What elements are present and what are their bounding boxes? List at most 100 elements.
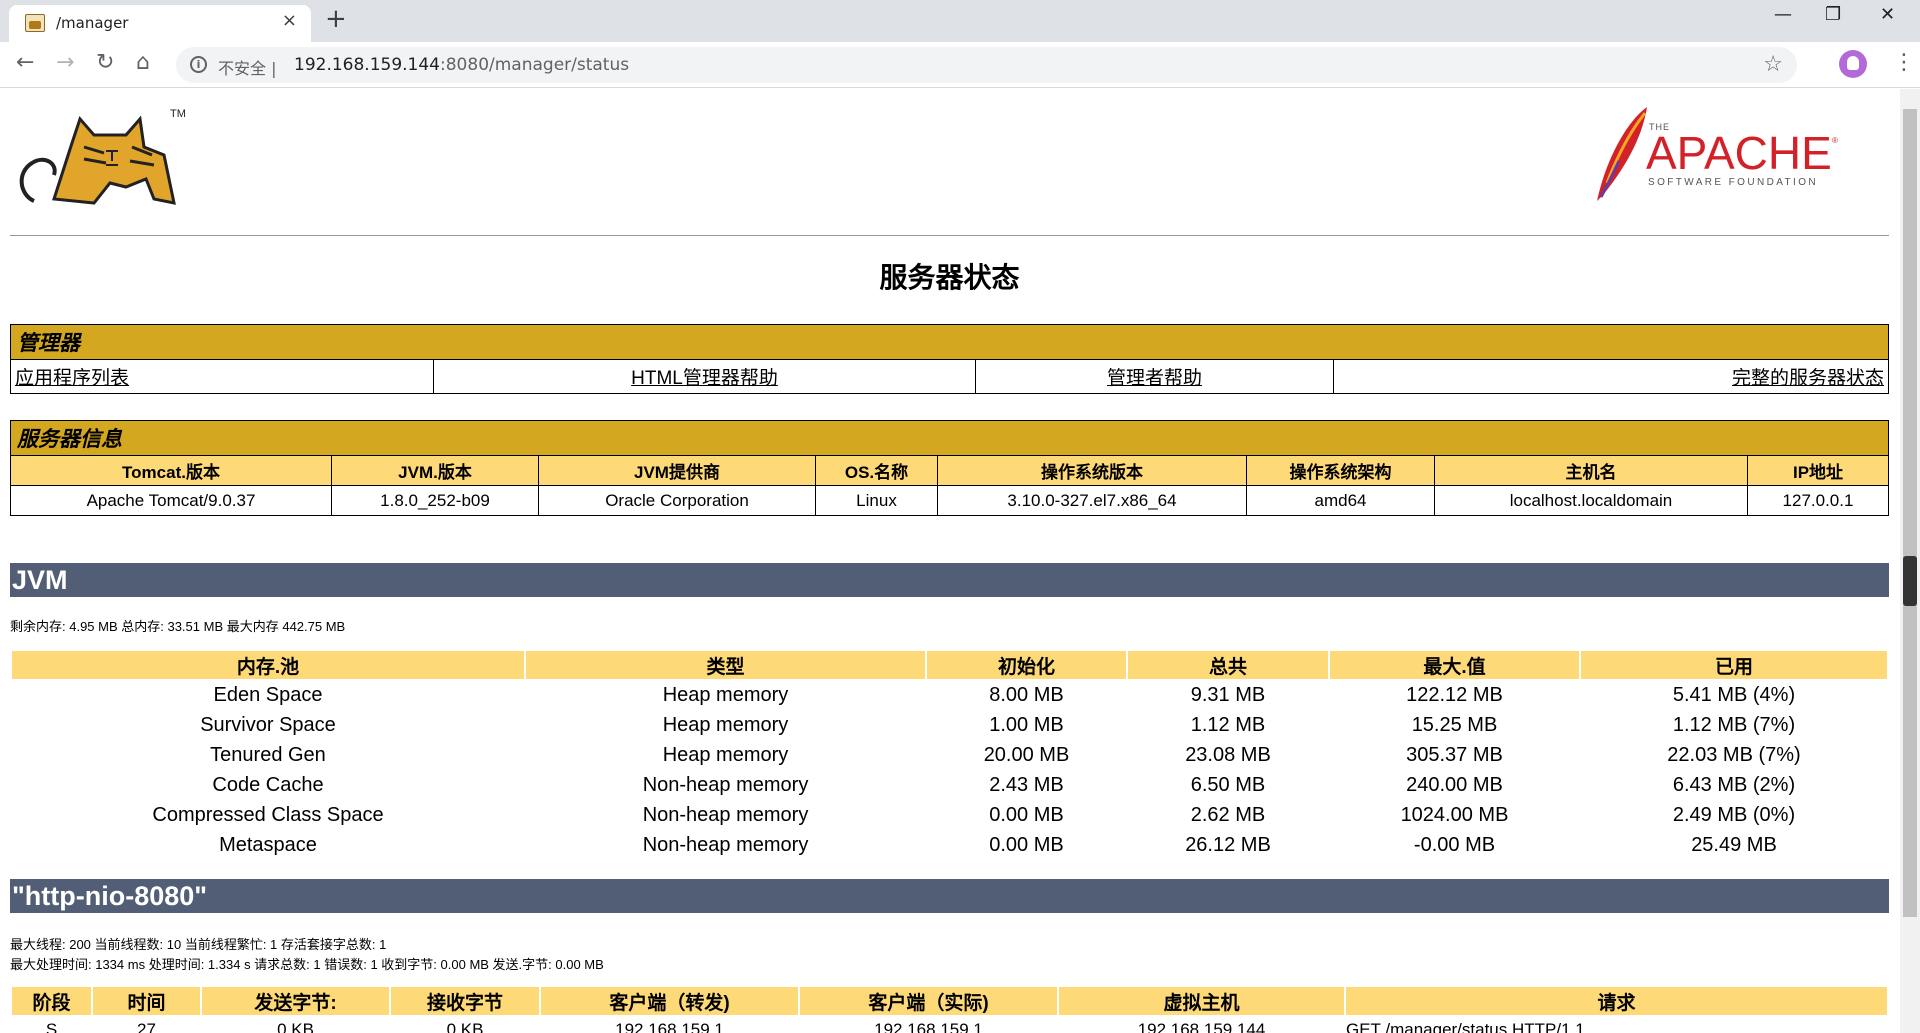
new-tab-icon[interactable]: +	[325, 4, 347, 34]
home-icon[interactable]: ⌂	[136, 50, 150, 75]
apache-name: APACHE	[1646, 127, 1832, 179]
memory-pool-header: 最大.值	[1330, 651, 1579, 679]
forward-icon[interactable]: →	[56, 50, 74, 75]
table-row: Code Cache Non-heap memory 2.43 MB 6.50 …	[12, 771, 1887, 799]
memory-pool-name: Tenured Gen	[210, 743, 326, 766]
connector-header: 虚拟主机	[1059, 987, 1344, 1015]
memory-pool-used: 2.49 MB (0%)	[1672, 803, 1796, 826]
memory-pool-max: 122.12 MB	[1406, 683, 1503, 706]
info-icon[interactable]: i	[190, 56, 207, 73]
server-info-value: 1.8.0_252-b09	[331, 485, 539, 516]
link-app-list[interactable]: 应用程序列表	[10, 359, 434, 394]
server-info-header: IP地址	[1747, 455, 1889, 486]
connector-bytes-sent: 0 KB	[277, 1020, 314, 1033]
memory-pool-used: 22.03 MB (7%)	[1667, 743, 1801, 766]
memory-pool-initial: 20.00 MB	[983, 743, 1070, 766]
server-info-value: Linux	[815, 485, 938, 516]
jvm-memory-summary: 剩余内存: 4.95 MB 总内存: 33.51 MB 最大内存 442.75 …	[10, 619, 346, 634]
memory-pool-type: Non-heap memory	[642, 833, 809, 856]
memory-pool-name: Code Cache	[212, 773, 324, 796]
table-row: S 27 0 KB 0 KB 192.168.159.1 192.168.159…	[12, 1017, 1887, 1033]
url-text[interactable]: 192.168.159.144:8080/manager/status	[294, 55, 629, 75]
memory-pool-table: 内存.池 类型 初始化 总共 最大.值 已用 Eden Space Heap m…	[10, 649, 1889, 861]
connector-requests-summary: 最大处理时间: 1334 ms 处理时间: 1.334 s 请求总数: 1 错误…	[10, 957, 604, 972]
server-info-header: 主机名	[1434, 455, 1748, 486]
profile-avatar[interactable]	[1839, 50, 1867, 78]
connector-client-actual: 192.168.159.1	[874, 1020, 983, 1033]
connector-request: GET /manager/status HTTP/1.1	[1346, 1020, 1585, 1033]
restore-icon[interactable]: ❐	[1825, 4, 1841, 25]
memory-pool-max: 305.37 MB	[1406, 743, 1503, 766]
server-info-header: JVM.版本	[331, 455, 539, 486]
manager-heading: 管理器	[10, 324, 1889, 360]
apache-logo: THE APACHE ® SOFTWARE FOUNDATION	[1597, 107, 1838, 201]
memory-pool-initial: 0.00 MB	[989, 803, 1064, 826]
tomcat-favicon-icon	[25, 14, 45, 32]
memory-pool-initial: 1.00 MB	[989, 713, 1064, 736]
server-info-header: JVM提供商	[538, 455, 816, 486]
server-info-header: OS.名称	[815, 455, 938, 486]
connector-header: 阶段	[12, 987, 91, 1015]
connector-heading: "http-nio-8080"	[10, 879, 1889, 913]
connector-time: 27	[137, 1020, 156, 1033]
tab-title: /manager	[56, 14, 129, 32]
reload-icon[interactable]: ↻	[96, 50, 114, 75]
page-title: 服务器状态	[879, 262, 1020, 293]
memory-pool-max: 1024.00 MB	[1400, 803, 1509, 826]
connector-threads-summary: 最大线程: 200 当前线程数: 10 当前线程繁忙: 1 存活套接字总数: 1	[10, 937, 387, 952]
connector-bytes-received: 0 KB	[446, 1020, 484, 1033]
connector-header: 客户端（转发)	[541, 987, 798, 1015]
scrollbar-thumb[interactable]	[1903, 109, 1917, 917]
memory-pool-total: 2.62 MB	[1190, 803, 1266, 826]
memory-pool-used: 5.41 MB (4%)	[1672, 683, 1796, 706]
memory-pool-type: Heap memory	[662, 713, 789, 736]
memory-pool-total: 1.12 MB	[1190, 713, 1266, 736]
memory-pool-max: -0.00 MB	[1413, 833, 1496, 856]
browser-tab-bar: /manager × + — ❐ ✕	[0, 0, 1920, 42]
memory-pool-type: Non-heap memory	[642, 773, 809, 796]
bookmark-star-icon[interactable]: ☆	[1763, 52, 1783, 77]
memory-pool-initial: 8.00 MB	[989, 683, 1064, 706]
more-menu-icon[interactable]: ⋮	[1893, 50, 1915, 75]
address-bar[interactable]: i 不安全 | 192.168.159.144:8080/manager/sta…	[176, 47, 1797, 83]
server-info-value: amd64	[1246, 485, 1435, 516]
link-html-manager-help[interactable]: HTML管理器帮助	[433, 359, 976, 394]
memory-pool-name: Metaspace	[219, 833, 317, 856]
server-info-value: localhost.localdomain	[1434, 485, 1748, 516]
memory-pool-total: 9.31 MB	[1190, 683, 1266, 706]
memory-pool-header: 内存.池	[12, 651, 524, 679]
browser-tab[interactable]: /manager ×	[9, 5, 311, 42]
server-info-value: 127.0.0.1	[1747, 485, 1889, 516]
connector-header: 接收字节	[391, 987, 539, 1015]
memory-pool-header: 总共	[1128, 651, 1328, 679]
link-manager-help[interactable]: 管理者帮助	[975, 359, 1334, 394]
close-icon[interactable]: ×	[282, 10, 297, 31]
tomcat-logo: TM	[19, 108, 186, 205]
header-divider	[10, 235, 1889, 236]
connector-header: 时间	[93, 987, 200, 1015]
tomcat-tm: TM	[170, 108, 186, 120]
url-host: 192.168.159.144	[294, 55, 441, 75]
memory-pool-type: Heap memory	[662, 743, 789, 766]
connector-virtual-host: 192.168.159.144	[1137, 1020, 1266, 1033]
link-complete-server-status[interactable]: 完整的服务器状态	[1333, 359, 1889, 394]
table-row: Compressed Class Space Non-heap memory 0…	[12, 801, 1887, 829]
window-close-icon[interactable]: ✕	[1880, 4, 1895, 25]
page-scrollbar[interactable]	[1900, 89, 1920, 1033]
table-row: Eden Space Heap memory 8.00 MB 9.31 MB 1…	[12, 681, 1887, 709]
memory-pool-initial: 2.43 MB	[989, 773, 1064, 796]
url-path: :8080/manager/status	[440, 55, 630, 75]
connector-stage: S	[45, 1020, 58, 1033]
memory-pool-used: 25.49 MB	[1691, 833, 1777, 856]
memory-pool-type: Heap memory	[662, 683, 789, 706]
back-icon[interactable]: ←	[16, 50, 34, 75]
memory-pool-used: 1.12 MB (7%)	[1672, 713, 1796, 736]
minimize-icon[interactable]: —	[1774, 4, 1792, 25]
server-info-heading: 服务器信息	[10, 420, 1889, 456]
connector-client-forwarded: 192.168.159.1	[615, 1020, 724, 1033]
jvm-heading: JVM	[10, 563, 1889, 597]
table-row: Tenured Gen Heap memory 20.00 MB 23.08 M…	[12, 741, 1887, 769]
apache-foundation: SOFTWARE FOUNDATION	[1648, 177, 1818, 188]
memory-pool-name: Compressed Class Space	[152, 803, 384, 826]
scrollbar-marker	[1903, 556, 1917, 606]
